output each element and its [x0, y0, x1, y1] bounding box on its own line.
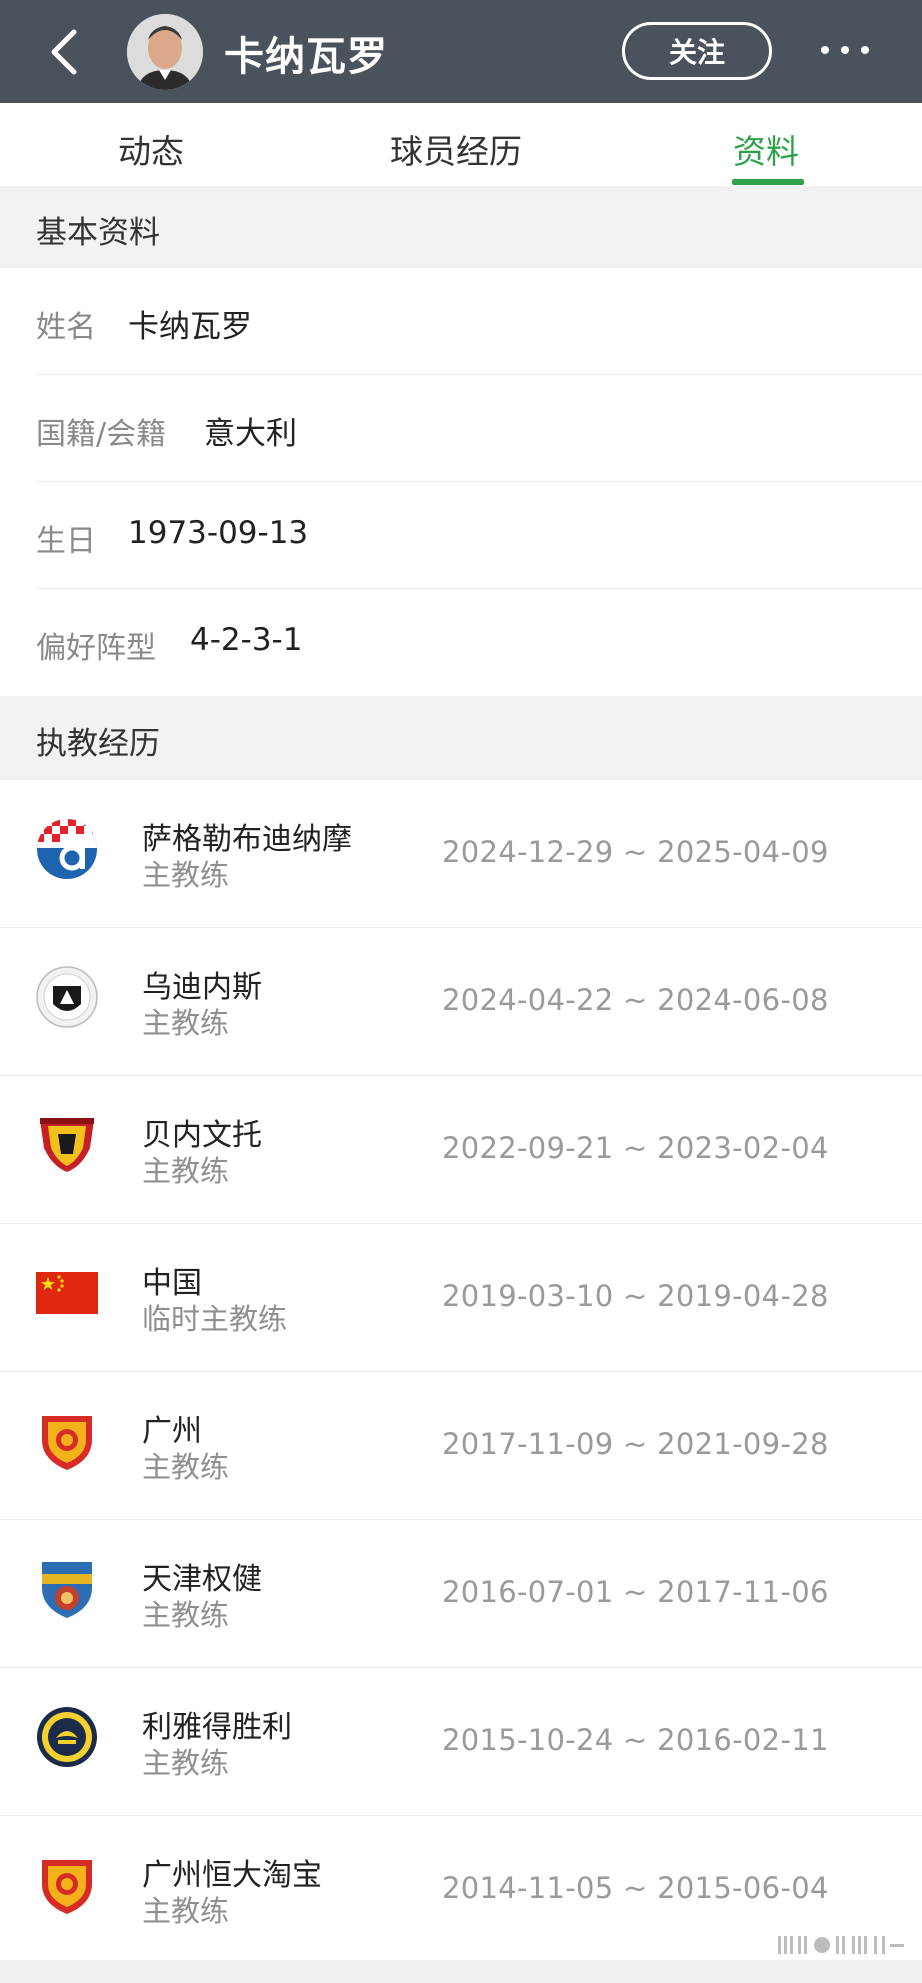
field-value: 卡纳瓦罗	[128, 309, 252, 345]
field-label: 国籍/会籍	[36, 417, 167, 452]
section-title: 基本资料	[36, 215, 160, 251]
follow-button[interactable]: 关注	[622, 22, 772, 80]
coaching-entry[interactable]: 天津权健 主教练 2016-07-01 ~ 2017-11-06	[0, 1520, 922, 1668]
coach-role: 主教练	[142, 1598, 230, 1632]
coaching-entry[interactable]: 中国 临时主教练 2019-03-10 ~ 2019-04-28	[0, 1224, 922, 1372]
coaching-entry[interactable]: 广州 主教练 2017-11-09 ~ 2021-09-28	[0, 1372, 922, 1520]
more-horizontal-icon	[821, 46, 869, 54]
field-value: 1973-09-13	[128, 515, 309, 551]
active-tab-indicator	[732, 179, 804, 185]
coach-role: 主教练	[142, 858, 230, 892]
info-row-nationality: 国籍/会籍 意大利	[0, 375, 922, 482]
section-title: 执教经历	[36, 726, 160, 762]
al-nassr-logo	[37, 1707, 97, 1767]
info-row-name: 姓名 卡纳瓦罗	[0, 268, 922, 375]
tenure-dates: 2022-09-21 ~ 2023-02-04	[442, 1131, 829, 1165]
info-row-formation: 偏好阵型 4-2-3-1	[0, 589, 922, 696]
tenure-dates: 2014-11-05 ~ 2015-06-04	[442, 1871, 829, 1905]
guangzhou-logo	[42, 1416, 92, 1470]
section-header-coaching: 执教经历	[0, 696, 922, 780]
bottom-spacer	[0, 1960, 922, 1983]
field-label: 生日	[36, 524, 96, 559]
coaching-entry[interactable]: 萨格勒布迪纳摩 主教练 2024-12-29 ~ 2025-04-09	[0, 780, 922, 928]
tenure-dates: 2016-07-01 ~ 2017-11-06	[442, 1575, 829, 1609]
guangzhou-evergrande-logo	[42, 1860, 92, 1914]
tenure-dates: 2019-03-10 ~ 2019-04-28	[442, 1279, 829, 1313]
field-value: 4-2-3-1	[190, 622, 303, 658]
coach-role: 主教练	[142, 1006, 230, 1040]
avatar[interactable]	[127, 14, 203, 90]
field-label: 偏好阵型	[36, 631, 156, 666]
china-flag	[36, 1272, 98, 1314]
field-value: 意大利	[204, 416, 297, 452]
tenure-dates: 2024-12-29 ~ 2025-04-09	[442, 835, 829, 869]
tab-dynamics[interactable]: 动态	[118, 125, 184, 173]
section-header-basic-info: 基本资料	[0, 186, 922, 268]
watermark-icon	[778, 1936, 904, 1954]
more-button[interactable]	[815, 30, 875, 70]
back-button[interactable]	[44, 24, 84, 80]
benevento-logo	[40, 1118, 94, 1172]
coach-role: 临时主教练	[142, 1302, 288, 1336]
coaching-entry[interactable]: 利雅得胜利 主教练 2015-10-24 ~ 2016-02-11	[0, 1668, 922, 1816]
page-title: 卡纳瓦罗	[224, 34, 388, 80]
tab-bar: 动态 球员经历 资料	[0, 103, 922, 186]
coach-role: 主教练	[142, 1450, 230, 1484]
dinamo-zagreb-logo	[37, 819, 97, 879]
top-bar: 卡纳瓦罗 关注	[0, 0, 922, 103]
coaching-entry[interactable]: 贝内文托 主教练 2022-09-21 ~ 2023-02-04	[0, 1076, 922, 1224]
field-label: 姓名	[36, 310, 96, 345]
chevron-left-icon	[51, 29, 77, 75]
coach-role: 主教练	[142, 1154, 230, 1188]
tianjin-quanjian-logo	[42, 1562, 92, 1618]
coach-role: 主教练	[142, 1746, 230, 1780]
coaching-entry[interactable]: 乌迪内斯 主教练 2024-04-22 ~ 2024-06-08	[0, 928, 922, 1076]
tenure-dates: 2015-10-24 ~ 2016-02-11	[442, 1723, 829, 1757]
tab-profile[interactable]: 资料	[733, 125, 799, 173]
tenure-dates: 2017-11-09 ~ 2021-09-28	[442, 1427, 829, 1461]
tenure-dates: 2024-04-22 ~ 2024-06-08	[442, 983, 829, 1017]
avatar-image	[127, 14, 203, 90]
tab-player-history[interactable]: 球员经历	[390, 125, 522, 173]
udinese-logo	[36, 966, 98, 1028]
info-row-birthday: 生日 1973-09-13	[0, 482, 922, 589]
coach-role: 主教练	[142, 1894, 230, 1928]
